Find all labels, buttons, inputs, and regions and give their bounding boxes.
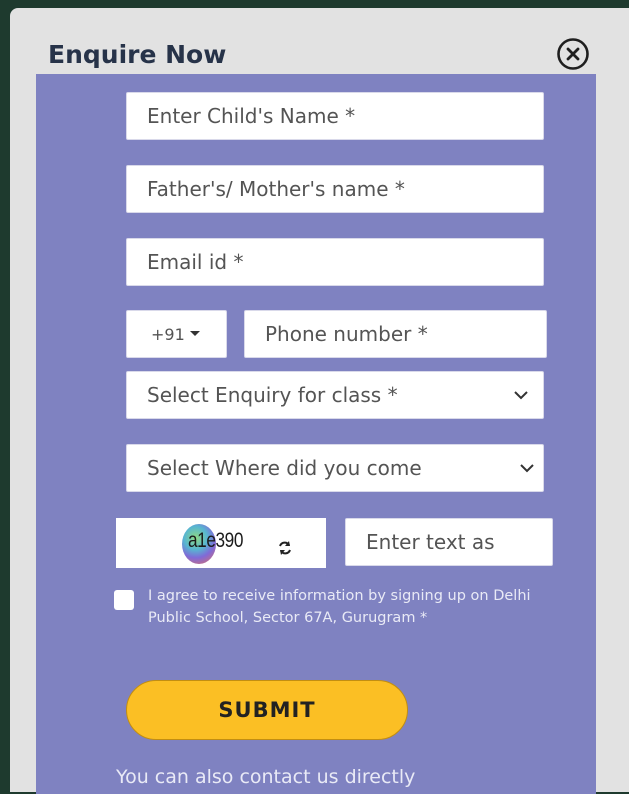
phone-input[interactable]: Phone number * bbox=[244, 310, 547, 358]
modal-title: Enquire Now bbox=[48, 40, 227, 69]
class-select[interactable]: Select Enquiry for class * bbox=[126, 371, 544, 419]
source-select[interactable]: Select Where did you come bbox=[126, 444, 544, 492]
refresh-icon[interactable] bbox=[276, 540, 294, 556]
close-button[interactable] bbox=[555, 36, 591, 72]
parent-name-input[interactable]: Father's/ Mother's name * bbox=[126, 165, 544, 213]
contact-text: You can also contact us directly bbox=[116, 766, 416, 788]
parent-name-placeholder: Father's/ Mother's name * bbox=[147, 177, 405, 201]
email-placeholder: Email id * bbox=[147, 250, 244, 274]
class-select-label: Select Enquiry for class * bbox=[147, 383, 398, 407]
captcha-text: a1e390 bbox=[188, 529, 244, 552]
close-circle-icon bbox=[557, 38, 589, 70]
caret-down-icon bbox=[189, 331, 200, 336]
email-input[interactable]: Email id * bbox=[126, 238, 544, 286]
country-code-select[interactable]: +91 bbox=[126, 310, 227, 358]
phone-placeholder: Phone number * bbox=[265, 322, 428, 346]
captcha-image: a1e390 bbox=[116, 518, 326, 568]
chevron-down-icon bbox=[514, 391, 528, 400]
captcha-input-placeholder: Enter text as bbox=[366, 530, 495, 554]
country-code-value: +91 bbox=[151, 324, 185, 344]
child-name-input[interactable]: Enter Child's Name * bbox=[126, 92, 544, 140]
chevron-down-icon bbox=[520, 464, 534, 473]
captcha-input[interactable]: Enter text as bbox=[345, 518, 553, 566]
agree-text: I agree to receive information by signin… bbox=[148, 588, 531, 626]
child-name-placeholder: Enter Child's Name * bbox=[147, 104, 356, 128]
submit-button[interactable]: SUBMIT bbox=[126, 680, 408, 740]
agree-checkbox[interactable] bbox=[114, 590, 134, 610]
source-select-label: Select Where did you come bbox=[147, 456, 422, 480]
